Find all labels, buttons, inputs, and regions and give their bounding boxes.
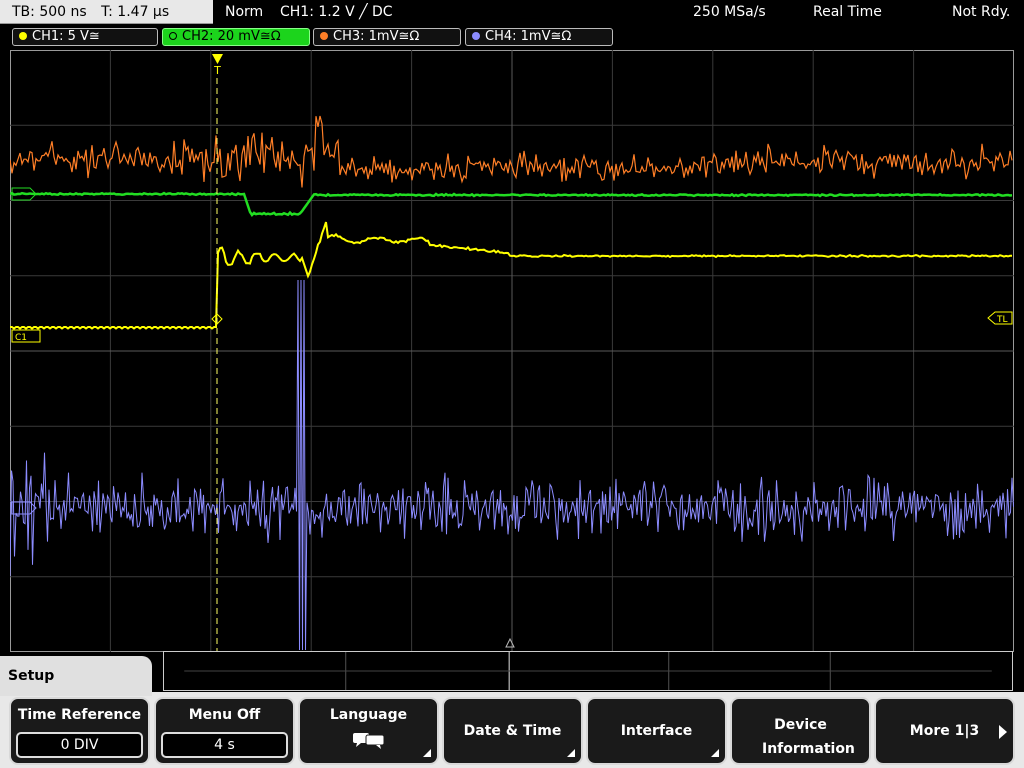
ch1-level-marker[interactable]: C1: [11, 329, 41, 343]
timebase-value: TB: 500 ns: [12, 4, 87, 20]
ch1-label: CH1: 5 V≅: [32, 29, 100, 44]
trigger-source: CH1: 1.2 V ╱ DC: [280, 4, 393, 20]
menu-off-value[interactable]: 4 s: [161, 732, 288, 758]
menu-off-key[interactable]: Menu Off 4 s: [154, 697, 295, 765]
channel-1-button[interactable]: CH1: 5 V≅: [12, 28, 158, 46]
ch4-dot-icon: [472, 32, 480, 40]
time-reference-label: Time Reference: [17, 707, 142, 723]
status-bar: Norm CH1: 1.2 V ╱ DC 250 MSa/s Real Time…: [215, 0, 1024, 24]
channel-2-button[interactable]: CH2: 20 mV≅Ω: [162, 28, 310, 46]
time-reference-key[interactable]: Time Reference 0 DIV: [9, 697, 150, 765]
channel-3-button[interactable]: CH3: 1mV≅Ω: [313, 28, 461, 46]
language-key[interactable]: Language: [298, 697, 439, 765]
ch4-label: CH4: 1mV≅Ω: [485, 29, 572, 44]
submenu-indicator-icon: [711, 749, 719, 757]
menu-off-label: Menu Off: [188, 707, 261, 723]
sample-rate: 250 MSa/s: [693, 4, 766, 20]
trigger-marker-label: T: [213, 64, 221, 77]
next-page-icon: [999, 725, 1007, 739]
interface-label: Interface: [620, 723, 693, 739]
channel-bar: CH1: 5 V≅ CH2: 20 mV≅Ω CH3: 1mV≅Ω CH4: 1…: [0, 26, 1024, 48]
channel-4-button[interactable]: CH4: 1mV≅Ω: [465, 28, 613, 46]
submenu-indicator-icon: [567, 749, 575, 757]
timebase-readout: TB: 500 ns T: 1.47 µs: [0, 0, 213, 24]
trigger-mode: Norm: [225, 4, 264, 20]
date-time-key[interactable]: Date & Time: [442, 697, 583, 765]
trigger-time-value: T: 1.47 µs: [101, 4, 170, 20]
submenu-indicator-icon: [423, 749, 431, 757]
menu-title: Setup: [0, 656, 152, 696]
speech-bubbles-icon: [352, 733, 384, 749]
ch2-dot-icon: [169, 32, 177, 40]
language-label: Language: [329, 707, 408, 723]
ch2-label: CH2: 20 mV≅Ω: [182, 29, 281, 44]
tl-marker-label: TL: [996, 315, 1008, 325]
date-time-label: Date & Time: [463, 723, 562, 739]
interface-key[interactable]: Interface: [586, 697, 727, 765]
more-label: More 1|3: [909, 723, 980, 739]
ch3-label: CH3: 1mV≅Ω: [333, 29, 420, 44]
acquisition-mode: Real Time: [813, 4, 882, 20]
ch1-marker-label: C1: [15, 333, 27, 343]
ch3-dot-icon: [320, 32, 328, 40]
device-information-key[interactable]: Device Information: [730, 697, 871, 765]
ch1-dot-icon: [19, 32, 27, 40]
zoom-overview[interactable]: [163, 651, 1013, 691]
waveform-display[interactable]: T C1 TL: [10, 50, 1014, 652]
more-key[interactable]: More 1|3: [874, 697, 1015, 765]
trigger-status: Not Rdy.: [952, 4, 1011, 20]
device-information-label: Device Information: [762, 717, 855, 757]
time-reference-value[interactable]: 0 DIV: [16, 732, 143, 758]
